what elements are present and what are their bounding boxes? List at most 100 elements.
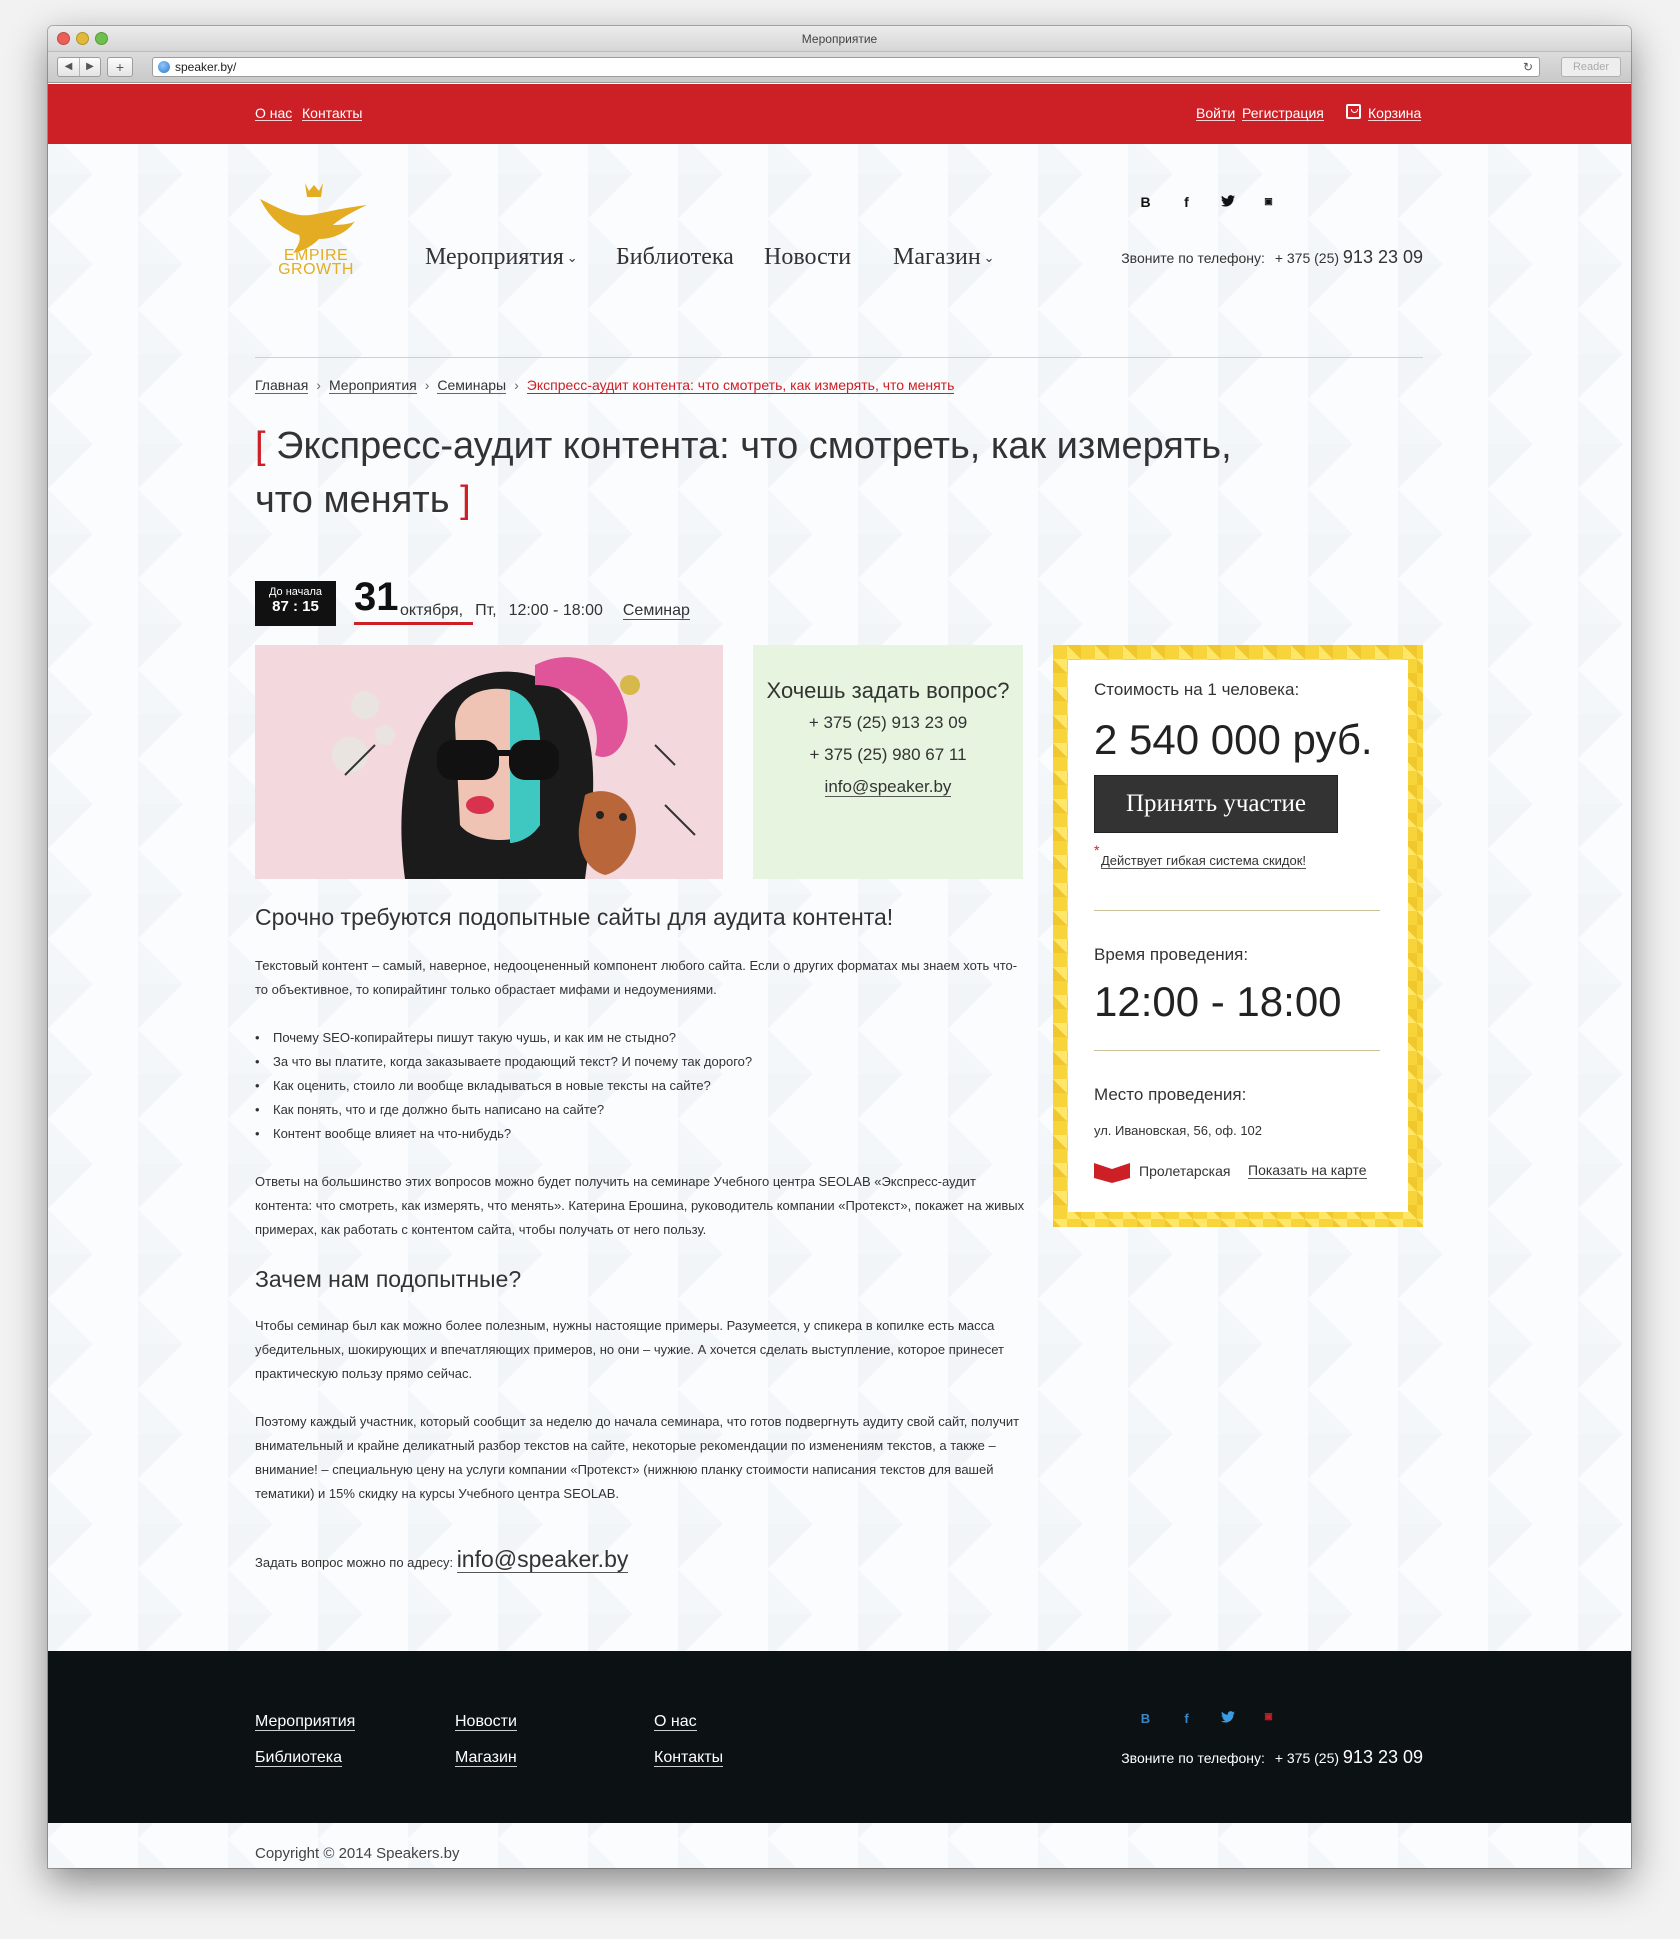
twitter-icon[interactable] [1207, 1711, 1248, 1726]
social-links: В f ▣ [1125, 194, 1289, 210]
youtube-icon[interactable]: ▣ [1248, 1711, 1289, 1726]
price-box: Стоимость на 1 человека: 2 540 000 руб. … [1053, 645, 1423, 1227]
breadcrumb-current[interactable]: Экспресс-аудит контента: что смотреть, к… [526, 377, 955, 394]
new-tab-button[interactable]: + [107, 57, 133, 77]
phone-label: Звоните по телефону: [1121, 250, 1265, 266]
list-item: Почему SEO-копирайтеры пишут такую чушь,… [255, 1026, 1025, 1050]
ask-question-box: Хочешь задать вопрос? + 375 (25) 913 23 … [753, 645, 1023, 879]
header-divider [255, 357, 1423, 358]
breadcrumb-seminars[interactable]: Семинары [437, 377, 507, 394]
article-paragraph: Текстовый контент – самый, наверное, нед… [255, 958, 1018, 997]
footer-phone-label: Звоните по телефону: [1121, 1750, 1265, 1766]
address-bar[interactable]: speaker.by/ ↻ [152, 57, 1540, 77]
back-forward-group: ◀ ▶ [57, 57, 101, 77]
back-icon[interactable]: ◀ [58, 58, 79, 76]
list-item: Контент вообще влияет на что-нибудь? [255, 1122, 1025, 1146]
vk-icon[interactable]: В [1125, 1711, 1166, 1726]
header-phone: Звоните по телефону: + 375 (25) 913 23 0… [1121, 247, 1423, 268]
countdown-value: 87 : 15 [272, 598, 319, 615]
breadcrumb-home[interactable]: Главная [255, 377, 309, 394]
nav-events[interactable]: Мероприятия ⌄ [425, 244, 578, 271]
breadcrumb-events[interactable]: Мероприятия [328, 377, 417, 394]
address: ул. Ивановская, 56, оф. 102 [1094, 1123, 1263, 1138]
time-value: 12:00 - 18:00 [1094, 978, 1342, 1025]
register-link[interactable]: Регистрация [1242, 106, 1324, 121]
reader-button[interactable]: Reader [1561, 57, 1621, 77]
footer-link-about[interactable]: О нас [654, 1713, 697, 1731]
cart-icon[interactable] [1346, 104, 1361, 119]
facebook-icon[interactable]: f [1166, 1711, 1207, 1726]
metro-icon [1094, 1163, 1130, 1183]
page-title: [ Экспресс-аудит контента: что смотреть,… [255, 419, 1255, 527]
logo-text: EMPIRE GROWTH [273, 248, 359, 278]
date-underline [354, 622, 473, 625]
footer-link-contacts[interactable]: Контакты [654, 1749, 724, 1767]
cart-link[interactable]: Корзина [1368, 106, 1422, 121]
reload-icon[interactable]: ↻ [1523, 58, 1533, 76]
metro-station: Пролетарская [1139, 1163, 1231, 1179]
date-dow: Пт, [475, 602, 497, 619]
nav-shop[interactable]: Магазин ⌄ [893, 244, 995, 271]
phone-number: 913 23 09 [1342, 247, 1423, 267]
discount-note-link[interactable]: Действует гибкая система скидок! [1101, 853, 1307, 869]
footer-link-news[interactable]: Новости [455, 1713, 517, 1731]
cost-label: Стоимость на 1 человека: [1094, 680, 1300, 699]
participate-button[interactable]: Принять участие [1094, 775, 1338, 833]
twitter-icon[interactable] [1207, 194, 1248, 210]
youtube-icon[interactable]: ▣ [1248, 194, 1289, 210]
ask-phone-2[interactable]: + 375 (25) 980 67 11 [753, 739, 1023, 771]
breadcrumb-separator: › [514, 377, 519, 393]
forward-icon[interactable]: ▶ [79, 58, 100, 76]
ask-label: Задать вопрос можно по адресу: [255, 1555, 454, 1570]
contacts-link[interactable]: Контакты [302, 106, 363, 121]
time-label: Время проведения: [1094, 945, 1249, 964]
breadcrumb: Главная › Мероприятия › Семинары › Экспресс-ау… [255, 377, 955, 394]
page-title-text: Экспресс-аудит контента: что смотреть, к… [255, 425, 1232, 521]
chevron-down-icon: ⌄ [983, 250, 995, 266]
globe-icon [158, 61, 170, 73]
login-link[interactable]: Войти [1196, 106, 1236, 121]
browser-toolbar: ◀ ▶ + speaker.by/ ↻ Reader [48, 52, 1631, 83]
footer-social: В f ▣ [1125, 1711, 1289, 1726]
article-heading-1: Срочно требуются подопытные сайты для ау… [255, 904, 894, 930]
nav-library[interactable]: Библиотека [616, 244, 734, 271]
facebook-icon[interactable]: f [1166, 194, 1207, 210]
footer-link-events[interactable]: Мероприятия [255, 1713, 356, 1731]
browser-window: Мероприятие ◀ ▶ + speaker.by/ ↻ Reader О… [48, 26, 1631, 1868]
vk-icon[interactable]: В [1125, 194, 1166, 210]
ask-phone-1[interactable]: + 375 (25) 913 23 09 [753, 707, 1023, 739]
title-bracket-left: [ [255, 425, 266, 467]
title-bar: Мероприятие [48, 26, 1631, 52]
footer: Мероприятия Библиотека Новости Магазин О… [48, 1651, 1631, 1823]
event-type-link[interactable]: Семинар [622, 602, 690, 620]
url-text: speaker.by/ [175, 60, 237, 74]
title-bracket-right: ] [460, 479, 471, 521]
countdown-badge: До начала 87 : 15 [255, 581, 336, 626]
footer-phone-code: + 375 (25) [1274, 1750, 1340, 1766]
ask-email-link[interactable]: info@speaker.by [456, 1546, 629, 1573]
article-heading-2: Зачем нам подопытные? [255, 1266, 522, 1292]
list-item: Как оценить, стоило ли вообще вкладывать… [255, 1074, 1025, 1098]
date-details: октября, Пт, 12:00 - 18:00 Семинар [400, 602, 690, 620]
price-box-inner: Стоимость на 1 человека: 2 540 000 руб. … [1068, 660, 1408, 1212]
nav-events-label: Мероприятия [425, 244, 564, 270]
ask-email-link[interactable]: info@speaker.by [824, 777, 952, 797]
place-label: Место проведения: [1094, 1085, 1247, 1104]
logo[interactable]: EMPIRE GROWTH [255, 179, 373, 289]
event-image [255, 645, 723, 879]
article-paragraph: Поэтому каждый участник, который сообщит… [255, 1414, 1020, 1501]
top-bar: О нас Контакты Войти Регистрация Корзина [48, 84, 1631, 144]
nav-buttons: ◀ ▶ + [57, 57, 133, 77]
phone-code: + 375 (25) [1274, 250, 1340, 266]
chevron-down-icon: ⌄ [566, 250, 578, 266]
footer-link-library[interactable]: Библиотека [255, 1749, 342, 1767]
nav-shop-label: Магазин [893, 244, 981, 270]
footer-phone: Звоните по телефону: + 375 (25) 913 23 0… [1121, 1747, 1423, 1768]
article-paragraph: Чтобы семинар был как можно более полезн… [255, 1318, 1004, 1381]
ask-heading: Хочешь задать вопрос? [766, 678, 1010, 703]
note-asterisk: * [1094, 842, 1100, 858]
about-link[interactable]: О нас [255, 106, 293, 121]
footer-link-shop[interactable]: Магазин [455, 1749, 517, 1767]
nav-news[interactable]: Новости [764, 244, 851, 271]
show-map-link[interactable]: Показать на карте [1248, 1163, 1367, 1179]
